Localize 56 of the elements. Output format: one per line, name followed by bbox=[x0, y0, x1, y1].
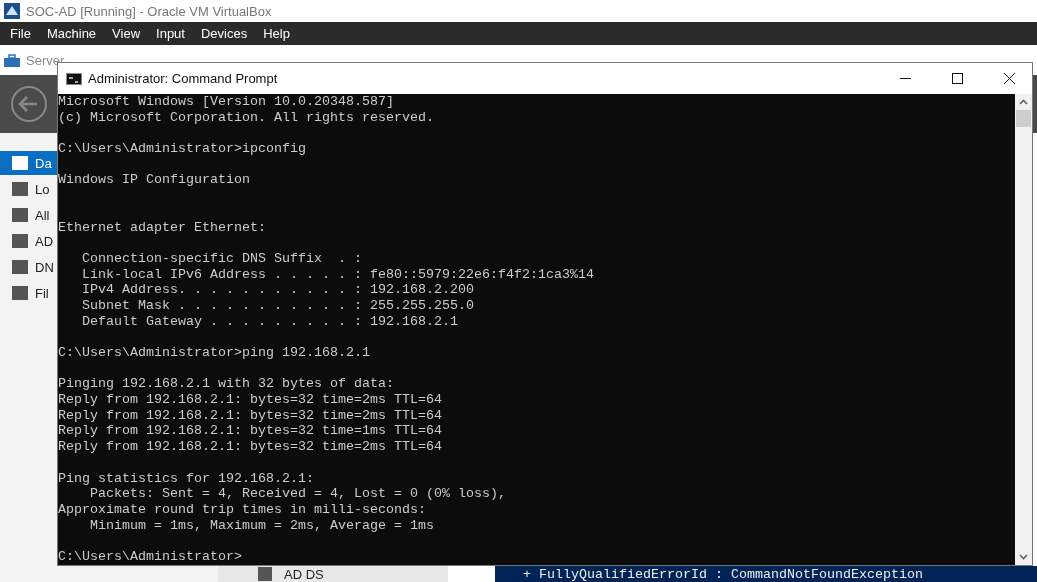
app-icon bbox=[4, 3, 20, 19]
close-icon bbox=[1003, 73, 1015, 84]
console-line: IPv4 Address. . . . . . . . . . . : 192.168.2.200 bbox=[81, 282, 475, 298]
console-line: Microsoft Windows [Version 10.0.20348.587] bbox=[58, 94, 395, 110]
sidebar-item[interactable]: All bbox=[0, 203, 57, 227]
menu-item[interactable]: Machine bbox=[38, 26, 105, 41]
scroll-down-icon[interactable] bbox=[1019, 554, 1028, 560]
window-title: Server bbox=[26, 52, 65, 68]
window-title: SOC-AD [Running] - Oracle VM VirtualBox bbox=[26, 3, 272, 19]
menu-item[interactable]: View bbox=[104, 26, 149, 41]
back-icon[interactable] bbox=[10, 85, 48, 123]
console-line: Pinging 192.168.2.1 with 32 bytes of data: bbox=[58, 376, 395, 393]
sidebar-item[interactable]: Lo bbox=[0, 177, 57, 201]
console-line: Approximate round trip times in milli-seconds: bbox=[58, 501, 427, 518]
console-line: Reply from 192.168.2.1: bytes=32 time=2ms TTL=64 bbox=[58, 407, 443, 424]
console-line: Link-local IPv6 Address . . . . . : fe80::5979:22e6:f4f2:1ca3%14 bbox=[81, 266, 595, 283]
scrollbar[interactable] bbox=[1015, 94, 1032, 565]
maximize-icon bbox=[951, 73, 963, 84]
sidebar-item[interactable]: Da bbox=[0, 151, 57, 175]
menu-item[interactable]: Input bbox=[148, 26, 193, 41]
console-line: (c) Microsoft Corporation. All rights reserved. bbox=[58, 109, 435, 126]
console-line: Packets: Sent = 4, Received = 4, Lost = 0 (0% loss), bbox=[89, 486, 507, 502]
console-line: + FullyQualifiedErrorId : CommandNotFoundException bbox=[523, 566, 923, 582]
console-line: C:\Users\Administrator>ping 192.168.2.1 bbox=[58, 345, 371, 361]
console-line: C:\Users\Administrator>ipconfig bbox=[58, 141, 307, 157]
tool-icon bbox=[12, 260, 28, 274]
sidebar-item[interactable]: Fil bbox=[0, 281, 57, 305]
console-line: Ethernet adapter Ethernet: bbox=[58, 219, 267, 236]
menu-item[interactable]: Devices bbox=[192, 26, 256, 41]
console-line: Default Gateway . . . . . . . . . : 192.168.2.1 bbox=[81, 313, 459, 330]
tool-icon bbox=[12, 182, 28, 196]
window-title: Administrator: Command Prompt bbox=[88, 71, 279, 86]
tool-icon bbox=[12, 156, 28, 170]
console-line: Windows IP Configuration bbox=[58, 172, 251, 189]
item-label: AD DS bbox=[284, 566, 324, 582]
console-line: Ping statistics for 192.168.2.1: bbox=[58, 470, 315, 487]
menu-item[interactable]: File bbox=[2, 26, 39, 41]
console-line: Reply from 192.168.2.1: bytes=32 time=1ms TTL=64 bbox=[58, 423, 443, 440]
tool-icon bbox=[12, 234, 28, 248]
console-line: Reply from 192.168.2.1: bytes=32 time=2ms TTL=64 bbox=[58, 392, 443, 408]
tool-icon bbox=[12, 208, 28, 222]
console-line: Reply from 192.168.2.1: bytes=32 time=2ms TTL=64 bbox=[58, 439, 443, 455]
server-icon bbox=[258, 567, 272, 581]
scroll-thumb[interactable] bbox=[1016, 110, 1031, 127]
list-item[interactable]: AD DS bbox=[218, 566, 448, 582]
scroll-up-icon[interactable] bbox=[1019, 99, 1028, 105]
console-line: Subnet Mask . . . . . . . . . . . : 255.255.255.0 bbox=[81, 297, 475, 314]
tool-icon bbox=[12, 286, 28, 300]
console-icon bbox=[66, 72, 82, 85]
menu-item[interactable]: Help bbox=[255, 26, 298, 41]
console-line: Connection-specific DNS Suffix . : bbox=[81, 250, 363, 267]
sidebar-item[interactable]: DN bbox=[0, 255, 57, 279]
toolbox-icon bbox=[4, 53, 20, 67]
console-line: Minimum = 1ms, Maximum = 2ms, Average = 1ms bbox=[89, 517, 435, 534]
sidebar-item[interactable]: AD bbox=[0, 229, 57, 253]
console-line: C:\Users\Administrator> bbox=[58, 548, 243, 565]
